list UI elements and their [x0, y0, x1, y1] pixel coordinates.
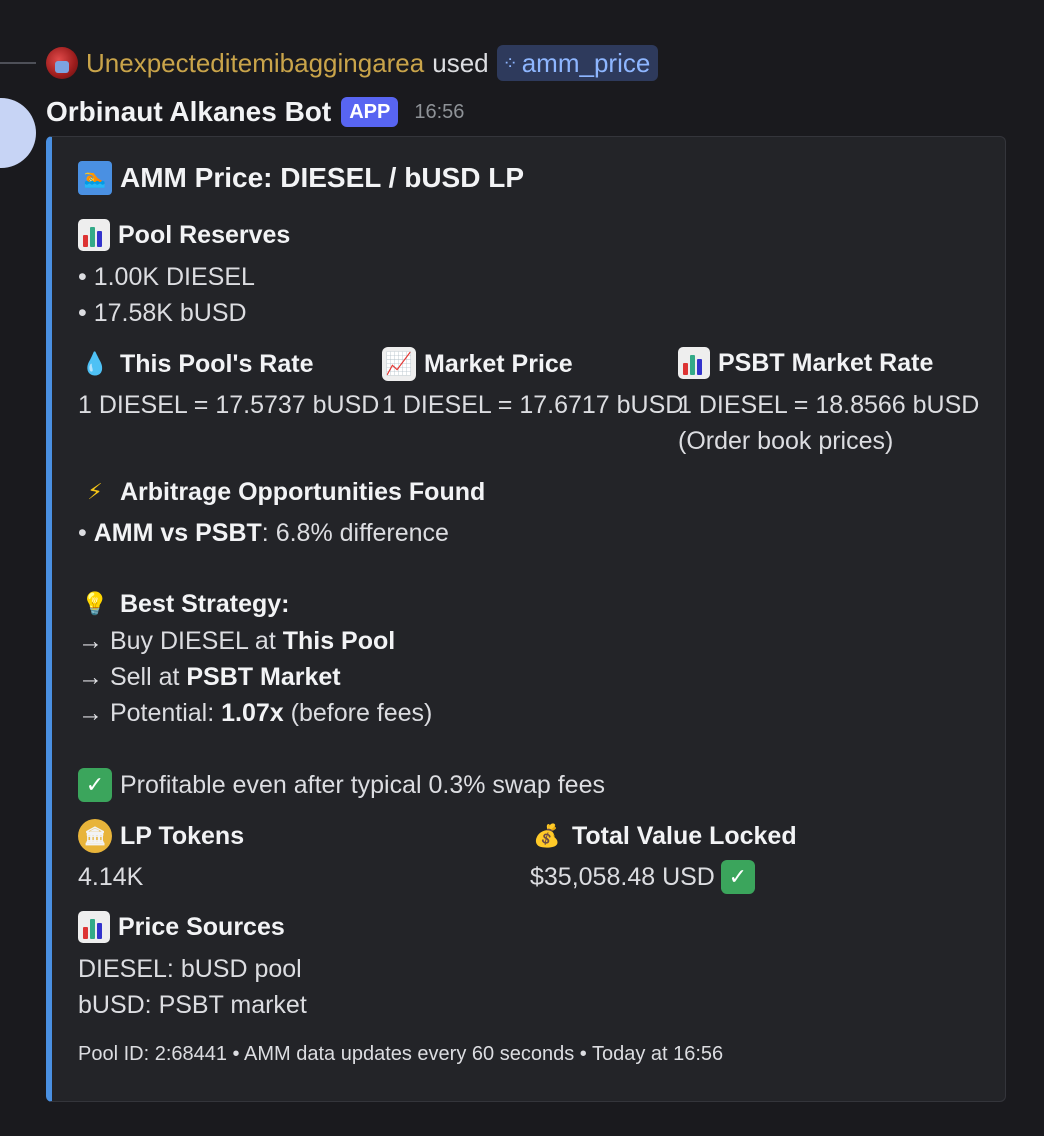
lp-tokens-value: 4.14K	[78, 863, 144, 891]
bot-avatar[interactable]	[0, 98, 36, 168]
reply-used-text: used	[432, 47, 489, 78]
chart-increasing-icon: 📈	[382, 347, 416, 381]
profit-note: ✓ Profitable even after typical 0.3% swa…	[78, 767, 605, 803]
bar-chart-icon	[78, 219, 110, 251]
swimmer-icon: 🏊	[78, 161, 112, 195]
profit-note-text: Profitable even after typical 0.3% swap …	[120, 771, 605, 799]
strategy-label: Best Strategy:	[120, 589, 290, 618]
arbitrage-pair: AMM vs PSBT	[93, 519, 262, 547]
reply-context: Unexpecteditemibaggingarea used ⁘ amm_pr…	[46, 44, 659, 82]
arbitrage-label: Arbitrage Opportunities Found	[120, 477, 486, 506]
bar-chart-icon	[678, 347, 710, 379]
embed-title: 🏊 AMM Price: DIESEL / bUSD LP	[78, 161, 524, 195]
price-sources-title: Price Sources	[78, 911, 285, 943]
bullet-prefix: •	[78, 519, 94, 547]
pool-reserves-title: Pool Reserves	[78, 219, 290, 251]
arbitrage-difference: : 6.8% difference	[261, 519, 449, 547]
app-badge: APP	[341, 97, 399, 127]
user-avatar[interactable]	[46, 47, 78, 79]
strategy-line-3-rest: (before fees)	[283, 699, 433, 727]
bar-chart-icon	[78, 911, 110, 943]
reply-connector-line	[0, 62, 36, 64]
strategy-line-2-text: → Sell at	[78, 663, 187, 691]
slash-command-chip[interactable]: ⁘ amm_price	[496, 45, 659, 81]
reply-username[interactable]: Unexpecteditemibaggingarea	[86, 48, 424, 79]
market-price-value: 1 DIESEL = 17.6717 bUSD	[382, 391, 684, 419]
embed-footer: Pool ID: 2:68441 • AMM data updates ever…	[78, 1043, 724, 1065]
money-bag-icon: 💰	[533, 823, 561, 848]
psbt-rate-label: PSBT Market Rate	[718, 348, 934, 377]
psbt-rate-value: 1 DIESEL = 18.8566 bUSD	[678, 391, 980, 419]
price-source-line-1: DIESEL: bUSD pool	[78, 955, 302, 983]
strategy-line-1-text: → Buy DIESEL at	[78, 627, 283, 655]
command-name: amm_price	[521, 47, 651, 78]
arbitrage-bullet: • AMM vs PSBT: 6.8% difference	[78, 515, 449, 551]
tvl-title: 💰 Total Value Locked	[530, 819, 797, 853]
price-source-line-2: bUSD: PSBT market	[78, 991, 307, 1019]
lp-tokens-label: LP Tokens	[120, 821, 245, 850]
strategy-line-1-bold: This Pool	[282, 627, 396, 655]
lp-tokens-title: 🏛 LP Tokens	[78, 819, 244, 853]
tvl-value: $35,058.48 USD	[530, 863, 715, 891]
strategy-line-2: → Sell at PSBT Market	[78, 659, 341, 695]
droplet-icon: 💧	[81, 351, 109, 376]
embed-card: 🏊 AMM Price: DIESEL / bUSD LP Pool Reser…	[46, 136, 1006, 1102]
lightning-icon: ⚡	[87, 479, 103, 504]
price-sources-label: Price Sources	[118, 912, 285, 941]
this-pool-rate-value: 1 DIESEL = 17.5737 bUSD	[78, 391, 380, 419]
psbt-rate-note: (Order book prices)	[678, 427, 894, 455]
strategy-line-3: → Potential: 1.07x (before fees)	[78, 695, 432, 731]
check-mark-icon: ✓	[78, 768, 112, 802]
tvl-label: Total Value Locked	[572, 821, 797, 850]
this-pool-rate-label: This Pool's Rate	[120, 349, 314, 378]
check-mark-icon: ✓	[720, 860, 755, 894]
command-icon: ⁘	[502, 52, 518, 73]
bot-name[interactable]: Orbinaut Alkanes Bot	[46, 96, 331, 128]
strategy-line-3-text: → Potential:	[78, 699, 222, 727]
bank-icon: 🏛	[78, 819, 112, 853]
pool-reserves-label: Pool Reserves	[118, 220, 291, 249]
pool-reserves-line-2: • 17.58K bUSD	[78, 299, 247, 327]
strategy-line-2-bold: PSBT Market	[186, 663, 341, 691]
strategy-line-1: → Buy DIESEL at This Pool	[78, 623, 395, 659]
embed-title-text: AMM Price: DIESEL / bUSD LP	[120, 162, 524, 193]
message-header: Orbinaut Alkanes Bot APP 16:56	[46, 92, 464, 132]
strategy-potential: 1.07x	[221, 699, 284, 727]
this-pool-rate-title: 💧 This Pool's Rate	[78, 347, 313, 381]
tvl-value-row: $35,058.48 USD ✓	[530, 859, 763, 895]
pool-reserves-line-1: • 1.00K DIESEL	[78, 263, 255, 291]
strategy-title: 💡 Best Strategy:	[78, 587, 290, 621]
light-bulb-icon: 💡	[81, 591, 109, 616]
psbt-rate-title: PSBT Market Rate	[678, 347, 933, 379]
market-price-title: 📈 Market Price	[382, 347, 573, 381]
market-price-label: Market Price	[424, 349, 573, 378]
arbitrage-title: ⚡ Arbitrage Opportunities Found	[78, 475, 485, 509]
message-timestamp[interactable]: 16:56	[414, 101, 464, 124]
